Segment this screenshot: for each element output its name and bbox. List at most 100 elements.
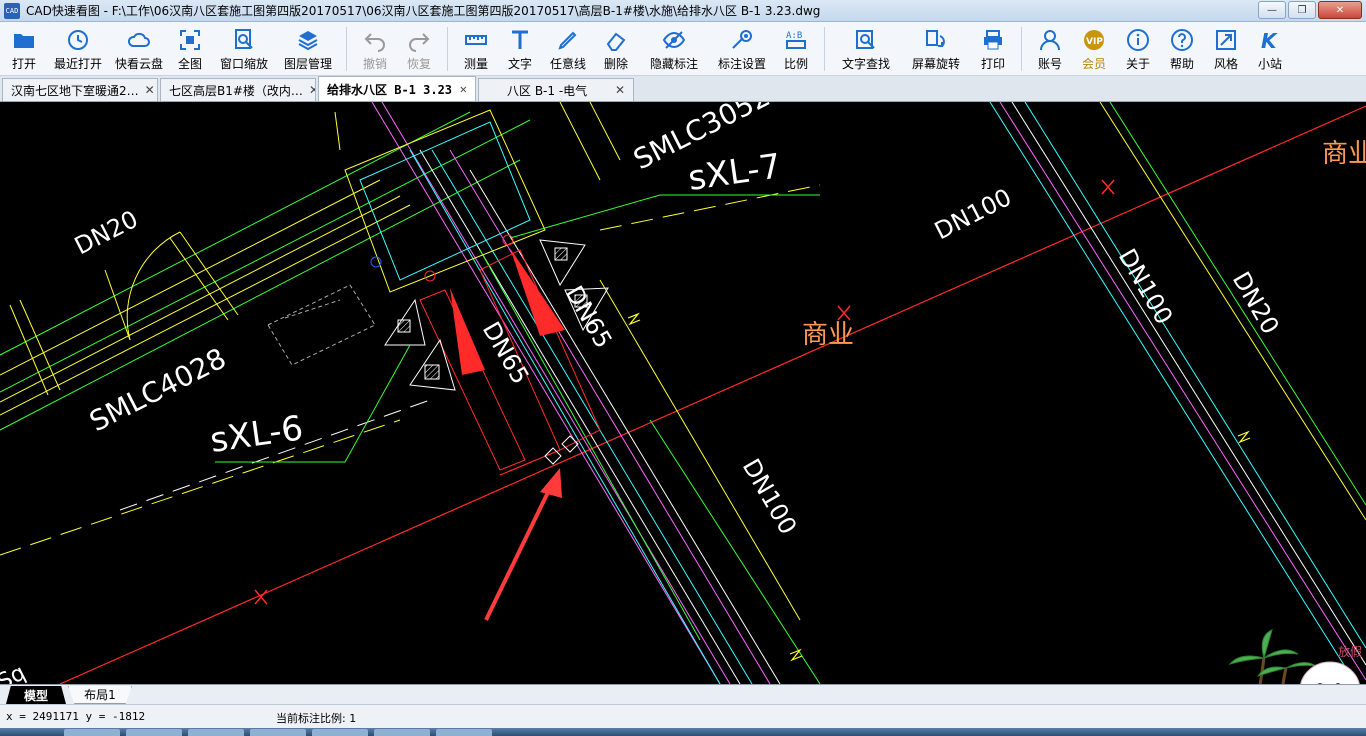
taskbar-item[interactable] <box>64 729 120 736</box>
fullview-icon <box>178 28 202 52</box>
toolbar-label: 帮助 <box>1169 56 1194 71</box>
style-button[interactable]: 风格 <box>1204 24 1248 74</box>
redo-button[interactable]: 恢复 <box>397 24 441 74</box>
text-search-button[interactable]: 文字查找 <box>831 24 901 74</box>
tab-close-icon[interactable]: ✕ <box>145 83 155 97</box>
toolbar-label: 关于 <box>1125 56 1150 71</box>
toolbar-label: 文字 <box>507 56 532 71</box>
toolbar-label: 比例 <box>783 56 808 71</box>
mascot-text: 放假 <box>1338 644 1362 659</box>
scale-button[interactable]: A:B 比例 <box>774 24 818 74</box>
vip-button[interactable]: VIP 会员 <box>1072 24 1116 74</box>
eraser-icon <box>604 28 628 52</box>
annotation-scale-status: 当前标注比例: 1 <box>276 712 357 725</box>
rotate-screen-button[interactable]: 屏幕旋转 <box>901 24 971 74</box>
taskbar-item[interactable] <box>374 729 430 736</box>
taskbar-item[interactable] <box>188 729 244 736</box>
taskbar-item[interactable] <box>126 729 182 736</box>
history-button[interactable]: 最近打开 <box>46 24 110 74</box>
toolbar-label: 图层管理 <box>283 56 332 71</box>
folder-open-icon <box>12 28 36 52</box>
tab-document-active[interactable]: 给排水八区 B-1 3.23 ✕ <box>318 76 476 101</box>
toolbar-label: 快看云盘 <box>114 56 163 71</box>
toolbar-label: 删除 <box>603 56 628 71</box>
user-icon <box>1038 28 1062 52</box>
toolbar-label: 任意线 <box>549 56 586 71</box>
annotation-settings-button[interactable]: 标注设置 <box>710 24 774 74</box>
title-bar: CAD CAD快速看图 - F:\工作\06汉南八区套施工图第四版2017051… <box>0 0 1366 22</box>
tab-label: 汉南七区地下室暖通2… <box>11 83 139 98</box>
site-k-button[interactable]: K 小站 <box>1248 24 1292 74</box>
taskbar-item[interactable] <box>312 729 368 736</box>
svg-text:K: K <box>1261 29 1278 52</box>
tab-label: 七区高层B1#楼（改内… <box>169 83 303 98</box>
close-button[interactable]: ✕ <box>1318 1 1362 19</box>
help-button[interactable]: 帮助 <box>1160 24 1204 74</box>
text-button[interactable]: 文字 <box>498 24 542 74</box>
taskbar-item[interactable] <box>250 729 306 736</box>
tab-label: 给排水八区 B-1 3.23 <box>327 82 453 97</box>
svg-text:A:B: A:B <box>786 31 802 41</box>
info-button[interactable]: 关于 <box>1116 24 1160 74</box>
info-icon <box>1126 28 1150 52</box>
cad-drawing: DN20 SMLC3052 sXL-7 DN100 商业 DN100 DN20 … <box>0 102 1366 684</box>
os-taskbar <box>0 728 1366 736</box>
measure-button[interactable]: 测量 <box>454 24 498 74</box>
minimize-button[interactable]: — <box>1258 1 1286 19</box>
drawing-canvas[interactable]: DN20 SMLC3052 sXL-7 DN100 商业 DN100 DN20 … <box>0 102 1366 684</box>
toolbar-label: 屏幕旋转 <box>911 56 960 71</box>
history-icon <box>66 28 90 52</box>
annotation-settings-icon <box>730 28 754 52</box>
text-icon <box>508 28 532 52</box>
fullview-button[interactable]: 全图 <box>168 24 212 74</box>
toolbar-label: 小站 <box>1257 56 1282 71</box>
tab-close-icon[interactable]: ✕ <box>615 83 625 97</box>
toolbar-label: 隐藏标注 <box>649 56 698 71</box>
toolbar-label: 会员 <box>1081 56 1106 71</box>
maximize-button[interactable]: ❐ <box>1288 1 1316 19</box>
tab-close-icon[interactable]: ✕ <box>309 83 315 97</box>
undo-icon <box>363 28 387 52</box>
rotate-screen-icon <box>924 28 948 52</box>
pen-button[interactable]: 任意线 <box>542 24 594 74</box>
undo-button[interactable]: 撤销 <box>353 24 397 74</box>
tab-document[interactable]: 八区 B-1 -电气 ✕ <box>478 78 634 101</box>
tab-document[interactable]: 汉南七区地下室暖通2… ✕ <box>2 78 158 101</box>
toolbar-label: 撤销 <box>362 56 387 71</box>
scale-icon: A:B <box>784 28 808 52</box>
eraser-button[interactable]: 删除 <box>594 24 638 74</box>
taskbar-item[interactable] <box>436 729 492 736</box>
toolbar-label: 风格 <box>1213 56 1238 71</box>
user-button[interactable]: 账号 <box>1028 24 1072 74</box>
window-controls: — ❐ ✕ <box>1258 1 1362 19</box>
measure-icon <box>464 28 488 52</box>
toolbar-label: 窗口缩放 <box>219 56 268 71</box>
layout-tab-layout1[interactable]: 布局1 <box>68 686 132 704</box>
tab-document[interactable]: 七区高层B1#楼（改内… ✕ <box>160 78 316 101</box>
app-icon: CAD <box>4 2 20 19</box>
tab-close-icon[interactable]: ✕ <box>460 82 467 96</box>
toolbar-label: 账号 <box>1037 56 1062 71</box>
label-shangye-mid: 商业 <box>802 320 854 350</box>
printer-icon <box>981 28 1005 52</box>
status-bar: x = 2491171 y = -1812 当前标注比例: 1 <box>0 704 1366 728</box>
tab-label: 八区 B-1 -电气 <box>507 83 588 98</box>
printer-button[interactable]: 打印 <box>971 24 1015 74</box>
window-title: CAD快速看图 - F:\工作\06汉南八区套施工图第四版20170517\06… <box>26 4 821 18</box>
toolbar-label: 恢复 <box>406 56 431 71</box>
text-search-icon <box>854 28 878 52</box>
cad-viewer-window: CAD CAD快速看图 - F:\工作\06汉南八区套施工图第四版2017051… <box>0 0 1366 736</box>
zoom-window-button[interactable]: 窗口缩放 <box>212 24 276 74</box>
eye-hide-button[interactable]: 隐藏标注 <box>638 24 710 74</box>
cloud-button[interactable]: 快看云盘 <box>110 24 168 74</box>
layers-button[interactable]: 图层管理 <box>276 24 340 74</box>
toolbar-label: 标注设置 <box>717 56 766 71</box>
layers-icon <box>296 28 320 52</box>
folder-open-button[interactable]: 打开 <box>2 24 46 74</box>
canvas-background <box>0 102 1366 684</box>
toolbar-label: 全图 <box>177 56 202 71</box>
site-k-icon: K <box>1258 28 1282 52</box>
help-icon <box>1170 28 1194 52</box>
layout-tab-model[interactable]: 模型 <box>6 686 66 704</box>
toolbar-label: 最近打开 <box>53 56 102 71</box>
